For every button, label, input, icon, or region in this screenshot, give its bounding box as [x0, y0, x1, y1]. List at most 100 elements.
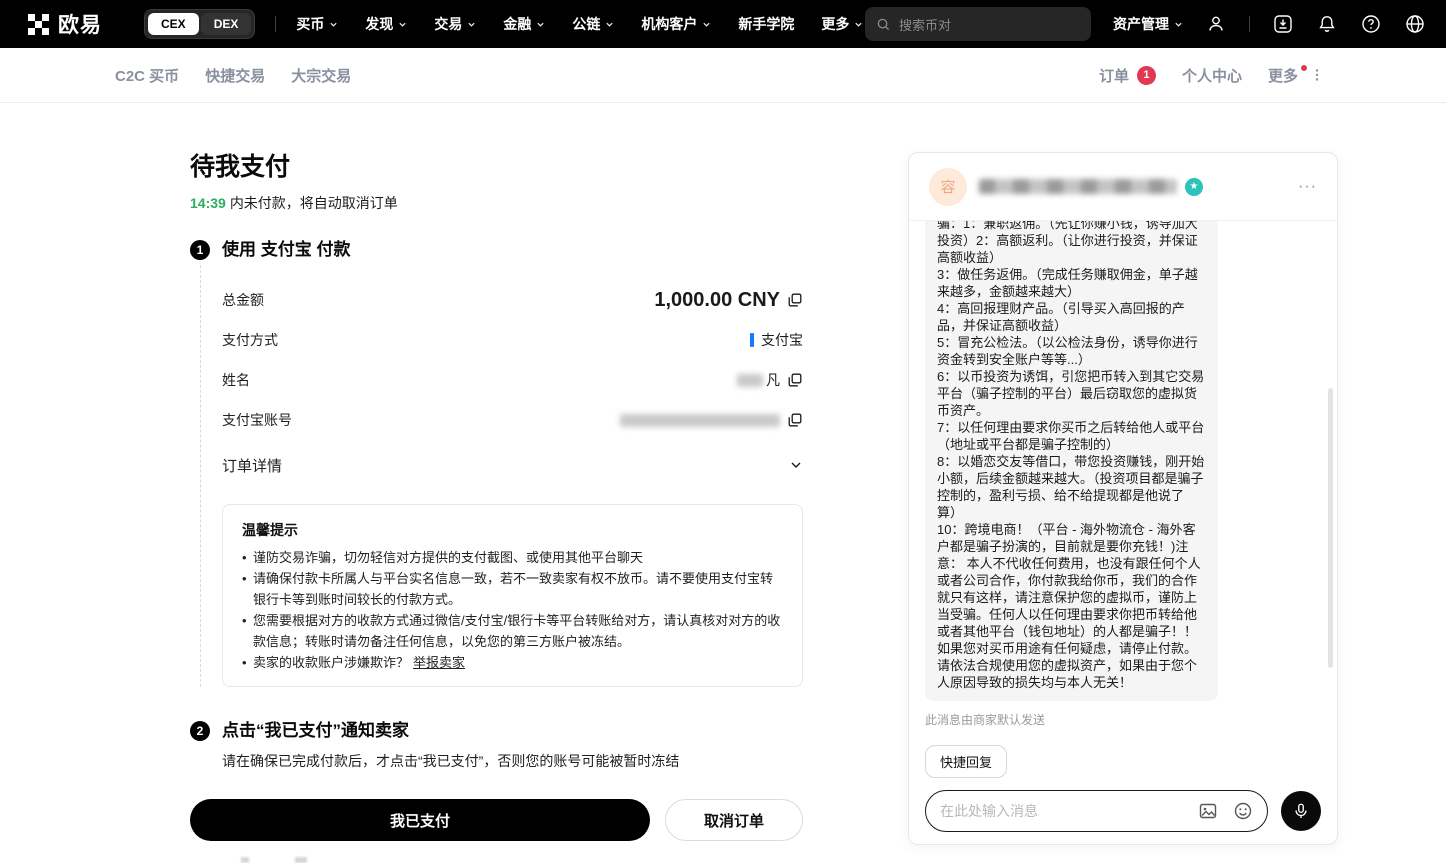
step-2: 2 点击“我已支付”通知卖家 请在确保已完成付款后，才点击“我已支付”，否则您的…: [190, 721, 803, 771]
amount-row: 总金额 1,000.00 CNY: [222, 280, 803, 320]
masked-name: [737, 374, 763, 387]
nav-divider: [1249, 16, 1250, 32]
step-2-title: 点击“我已支付”通知卖家: [222, 721, 803, 741]
download-app-icon[interactable]: [1272, 13, 1294, 35]
order-details-toggle[interactable]: 订单详情: [222, 448, 803, 482]
nav-item-finance[interactable]: 金融: [503, 14, 545, 34]
assets-menu[interactable]: 资产管理: [1113, 14, 1183, 34]
more-menu[interactable]: 更多: [1268, 65, 1324, 86]
chat-more-button[interactable]: ···: [1298, 178, 1317, 196]
countdown-timer: 14:39: [190, 195, 226, 211]
tab-c2c-buy[interactable]: C2C 买币: [115, 65, 179, 86]
voice-message-button[interactable]: [1281, 791, 1321, 831]
merchant-name-masked: [979, 179, 1177, 194]
alipay-icon: [750, 333, 754, 347]
search-input[interactable]: 搜索币对: [865, 7, 1091, 41]
chat-messages[interactable]: 骗：1：兼职返佣。（先让你赚小钱，诱导加大投资）2：高额返利。（让你进行投资，并…: [909, 221, 1337, 745]
search-placeholder: 搜索币对: [899, 15, 951, 34]
verified-badge-icon: ★: [1185, 178, 1203, 196]
chat-scrollbar[interactable]: [1328, 388, 1333, 668]
chat-panel: 容 ★ ··· 骗：1：兼职返佣。（先让你赚小钱，诱导加大投资）2：高额返利。（…: [908, 152, 1338, 845]
top-navbar: 欧易 CEX DEX 买币 发现 交易 金融 公链 机构客户 新手学院 更多 搜…: [0, 0, 1446, 48]
nav-divider: [275, 16, 276, 32]
profile-center-link[interactable]: 个人中心: [1182, 65, 1242, 86]
report-seller-link[interactable]: 举报卖家: [413, 655, 465, 670]
nav-item-academy[interactable]: 新手学院: [738, 14, 794, 34]
cex-dex-toggle: CEX DEX: [144, 9, 255, 39]
step-1-title: 使用 支付宝 付款: [222, 240, 803, 260]
notice-item: 请确保付款卡所属人与平台实名信息一致，若不一致卖家有权不放币。请不要使用支付宝转…: [242, 568, 783, 610]
cancel-order-button[interactable]: 取消订单: [665, 799, 803, 841]
nav-item-buy[interactable]: 买币: [296, 14, 338, 34]
notice-box: 温馨提示 谨防交易诈骗，切勿轻信对方提供的支付截图、或使用其他平台聊天 请确保付…: [222, 504, 803, 687]
cutoff-text-fragment: [241, 857, 249, 863]
quick-reply-button[interactable]: 快捷回复: [925, 745, 1007, 778]
nav-item-discover[interactable]: 发现: [365, 14, 407, 34]
tab-block-trade[interactable]: 大宗交易: [291, 65, 351, 86]
notice-item: 您需要根据对方的收款方式通过微信/支付宝/银行卡等平台转账给对方，请认真核对对方…: [242, 610, 783, 652]
nav-item-chain[interactable]: 公链: [572, 14, 614, 34]
okx-logo[interactable]: 欧易: [28, 9, 102, 39]
alipay-account-label: 支付宝账号: [222, 410, 292, 430]
method-value: 支付宝: [761, 330, 803, 350]
nav-item-trade[interactable]: 交易: [434, 14, 476, 34]
merchant-avatar: 容: [929, 168, 967, 206]
chevron-down-icon: [467, 20, 476, 29]
orders-count-badge: 1: [1137, 66, 1156, 85]
okx-logo-icon: [28, 14, 49, 35]
nav-item-institutional[interactable]: 机构客户: [641, 14, 711, 34]
help-icon[interactable]: [1360, 13, 1382, 35]
message-input-wrap: [925, 790, 1268, 832]
microphone-icon: [1292, 802, 1310, 820]
chevron-down-icon: [605, 20, 614, 29]
countdown-line: 14:39内未付款，将自动取消订单: [190, 193, 803, 213]
cutoff-text-fragment: [295, 857, 307, 863]
nav-item-more[interactable]: 更多: [821, 14, 863, 34]
notice-item: 卖家的收款账户涉嫌欺诈？举报卖家: [242, 652, 783, 673]
payee-name-label: 姓名: [222, 370, 250, 390]
name-suffix: 凡: [766, 370, 780, 390]
notifications-icon[interactable]: [1316, 13, 1338, 35]
chevron-down-icon: [398, 20, 407, 29]
subnav-right: 订单 1 个人中心 更多: [1099, 65, 1324, 86]
action-buttons: 我已支付 取消订单: [190, 799, 803, 841]
dots-vertical-icon: [1310, 68, 1324, 82]
step-1: 1 使用 支付宝 付款 总金额 1,000.00 CNY 支付方式 支付宝: [190, 240, 803, 687]
payment-fields: 总金额 1,000.00 CNY 支付方式 支付宝 姓名: [222, 280, 803, 440]
paid-button[interactable]: 我已支付: [190, 799, 650, 841]
copy-account-icon[interactable]: [787, 412, 803, 428]
notification-dot: [1301, 65, 1307, 71]
step-connector-line: [200, 265, 201, 687]
order-main: 待我支付 14:39内未付款，将自动取消订单 1 使用 支付宝 付款 总金额 1…: [190, 103, 803, 841]
chat-header: 容 ★ ···: [909, 153, 1337, 221]
tab-express-trade[interactable]: 快捷交易: [205, 65, 265, 86]
step-2-description: 请在确保已完成付款后，才点击“我已支付”，否则您的账号可能被暂时冻结: [222, 751, 803, 771]
image-upload-icon[interactable]: [1198, 801, 1218, 821]
notice-title: 温馨提示: [242, 520, 783, 540]
profile-icon[interactable]: [1205, 13, 1227, 35]
chevron-down-icon: [702, 20, 711, 29]
language-globe-icon[interactable]: [1404, 13, 1426, 35]
step-2-number: 2: [190, 721, 210, 741]
toggle-cex[interactable]: CEX: [148, 13, 199, 35]
nav-right: 搜索币对 资产管理: [865, 7, 1426, 41]
copy-amount-icon[interactable]: [787, 292, 803, 308]
subnav-tabs: C2C 买币 快捷交易 大宗交易: [115, 65, 351, 86]
emoji-icon[interactable]: [1233, 801, 1253, 821]
message-input[interactable]: [940, 803, 1198, 819]
brand-name: 欧易: [58, 9, 102, 39]
toggle-dex[interactable]: DEX: [201, 13, 252, 35]
chevron-down-icon: [854, 20, 863, 29]
step-1-rail: 1: [190, 240, 210, 687]
orders-link[interactable]: 订单 1: [1099, 65, 1156, 86]
merchant-message-bubble: 骗：1：兼职返佣。（先让你赚小钱，诱导加大投资）2：高额返利。（让你进行投资，并…: [925, 221, 1218, 701]
chat-composer: 快捷回复: [909, 745, 1337, 844]
amount-label: 总金额: [222, 290, 264, 310]
nav-menu: 买币 发现 交易 金融 公链 机构客户 新手学院 更多: [296, 14, 863, 34]
alipay-account-row: 支付宝账号: [222, 400, 803, 440]
method-label: 支付方式: [222, 330, 278, 350]
step-1-number: 1: [190, 240, 210, 260]
page-title: 待我支付: [190, 147, 803, 183]
method-row: 支付方式 支付宝: [222, 320, 803, 360]
copy-name-icon[interactable]: [787, 372, 803, 388]
